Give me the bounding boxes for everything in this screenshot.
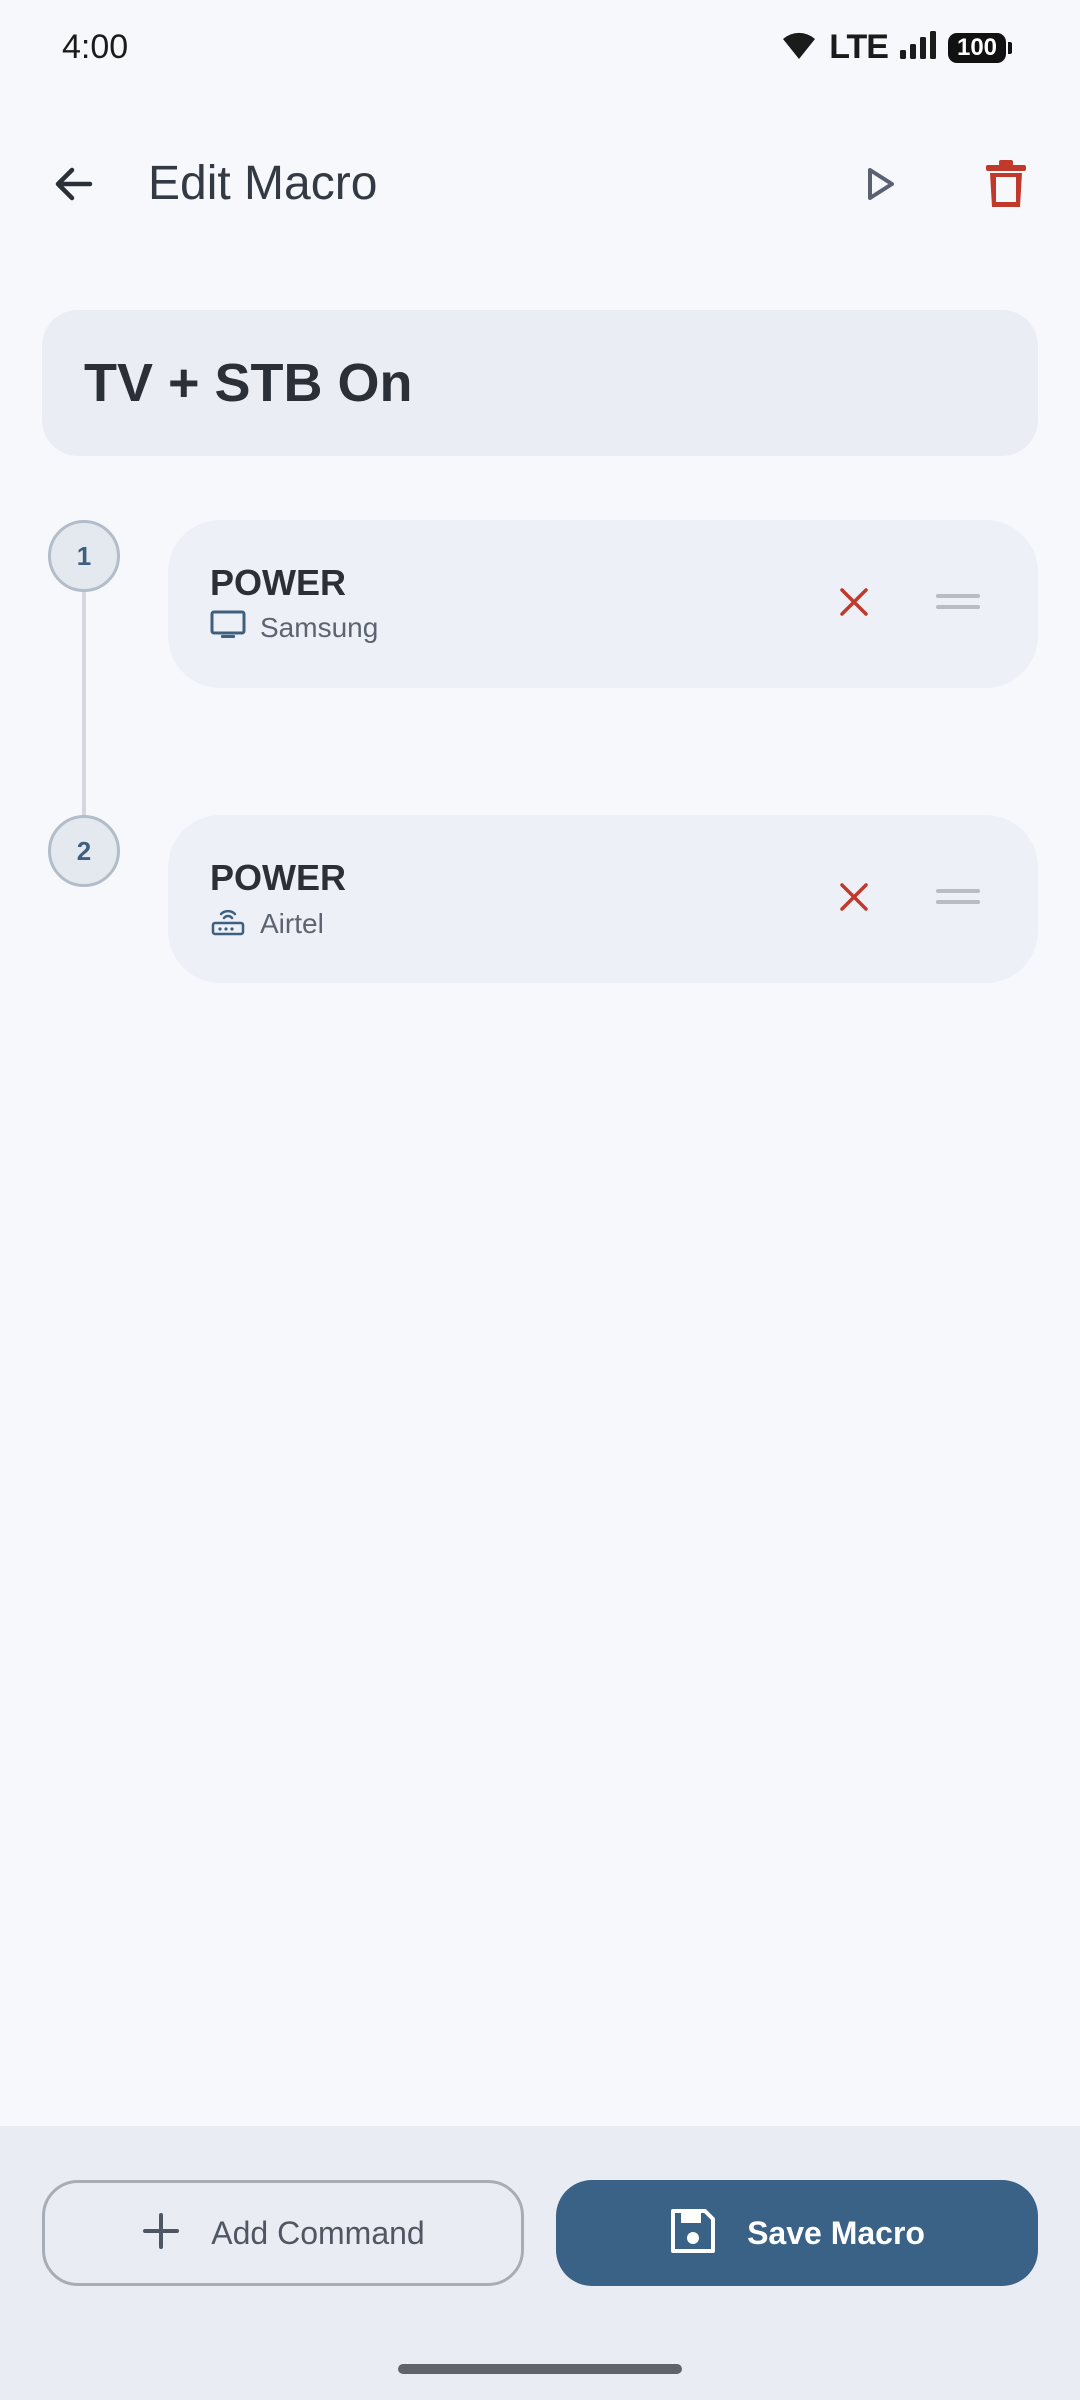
remove-step-button[interactable] [818,863,890,935]
step-device-name: Samsung [260,611,379,643]
drag-handle-icon [936,590,980,619]
drag-handle-icon [936,885,980,914]
macro-name-input[interactable] [84,352,1038,414]
step-command: POWER [210,857,347,898]
plus-icon [141,2211,181,2256]
wifi-icon [779,29,819,66]
step-number-badge: 1 [48,520,120,592]
back-button[interactable] [36,148,112,224]
router-icon [210,905,246,942]
home-indicator[interactable] [398,2364,682,2374]
close-icon [839,882,869,917]
battery-icon: 100 [948,32,1012,63]
step-device-name: Airtel [260,907,324,939]
drag-handle[interactable] [922,568,994,640]
timeline-connector [82,590,86,818]
close-icon [839,587,869,622]
signal-icon [898,30,938,65]
step-card[interactable]: POWER Airtel [168,815,1038,983]
status-bar: 4:00 LTE 100 [0,0,1080,100]
network-type: LTE [829,28,889,66]
bottom-action-bar: Add Command Save Macro [0,2126,1080,2400]
macro-name-field[interactable] [42,310,1038,456]
drag-handle[interactable] [922,863,994,935]
save-macro-label: Save Macro [747,2214,925,2251]
play-icon [860,164,900,209]
step-device: Airtel [210,905,324,942]
add-command-label: Add Command [211,2214,425,2251]
edit-macro-screen: 4:00 LTE 100 Edit Macro TV + STB On 1 PO… [0,0,1080,2400]
trash-icon [984,159,1028,214]
arrow-back-icon [50,160,98,213]
step-device: Samsung [210,610,378,645]
run-macro-button[interactable] [842,148,918,224]
step-number-badge: 2 [48,815,120,887]
status-time: 4:00 [62,28,129,66]
step-card[interactable]: POWER Samsung [168,520,1038,688]
app-bar: Edit Macro [0,130,1080,240]
page-title: Edit Macro [148,157,378,210]
tv-icon [210,610,246,645]
save-macro-button[interactable]: Save Macro [556,2180,1038,2286]
add-command-button[interactable]: Add Command [42,2180,524,2286]
step-command: POWER [210,562,347,603]
delete-macro-button[interactable] [968,148,1044,224]
status-icons: LTE 100 [779,28,1012,67]
save-icon [669,2207,717,2260]
remove-step-button[interactable] [818,568,890,640]
